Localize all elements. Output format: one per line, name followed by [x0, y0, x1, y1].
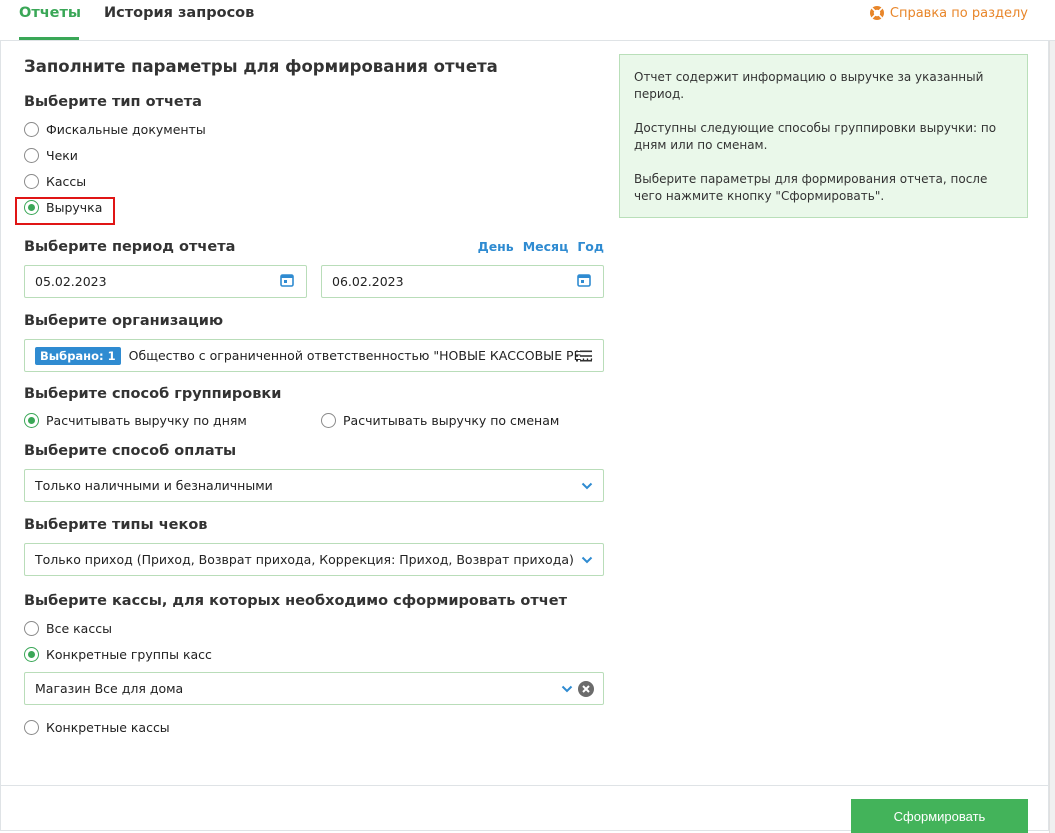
- selected-count-badge: Выбрано: 1: [35, 346, 121, 365]
- registers-heading: Выберите кассы, для которых необходимо с…: [24, 593, 567, 609]
- report-type-heading: Выберите тип отчета: [24, 94, 202, 110]
- radio-button[interactable]: [24, 174, 39, 189]
- radio-registers[interactable]: Кассы: [24, 174, 86, 189]
- receipt-types-heading: Выберите типы чеков: [24, 517, 208, 533]
- date-from-field[interactable]: 05.02.2023: [24, 265, 307, 298]
- info-paragraph: Выберите параметры для формирования отче…: [634, 172, 988, 203]
- top-tab-bar: Отчеты История запросов Справка по разде…: [0, 0, 1055, 41]
- radio-fiscal-documents[interactable]: Фискальные документы: [24, 122, 206, 137]
- radio-button-selected[interactable]: [24, 413, 39, 428]
- register-group-select[interactable]: Магазин Все для дома: [24, 672, 604, 705]
- chevron-down-icon[interactable]: [561, 684, 573, 694]
- radio-specific-registers[interactable]: Конкретные кассы: [24, 720, 170, 735]
- generate-report-button[interactable]: Сформировать: [851, 799, 1028, 833]
- radio-label: Расчитывать выручку по сменам: [343, 413, 560, 428]
- calendar-icon[interactable]: [577, 273, 591, 287]
- radio-label: Конкретные кассы: [46, 720, 170, 735]
- organization-select[interactable]: Выбрано: 1 Общество с ограниченной ответ…: [24, 339, 604, 372]
- date-to-value: 06.02.2023: [332, 274, 404, 289]
- radio-group-by-shifts[interactable]: Расчитывать выручку по сменам: [321, 413, 559, 428]
- grouping-heading: Выберите способ группировки: [24, 386, 282, 402]
- list-icon[interactable]: [576, 350, 592, 362]
- help-link[interactable]: Справка по разделу: [869, 5, 1028, 21]
- payment-heading: Выберите способ оплаты: [24, 443, 237, 459]
- register-group-value: Магазин Все для дома: [35, 681, 184, 696]
- info-panel: Отчет содержит информацию о выручке за у…: [619, 54, 1028, 218]
- period-month-link[interactable]: Месяц: [523, 239, 569, 254]
- radio-label: Все кассы: [46, 621, 112, 636]
- radio-receipts[interactable]: Чеки: [24, 148, 78, 163]
- radio-label: Конкретные группы касс: [46, 647, 212, 662]
- radio-button-selected[interactable]: [24, 647, 39, 662]
- organization-value: Общество с ограниченной ответственностью…: [128, 348, 594, 363]
- radio-label: Чеки: [46, 148, 78, 163]
- radio-register-groups[interactable]: Конкретные группы касс: [24, 647, 212, 662]
- period-year-link[interactable]: Год: [577, 239, 604, 254]
- period-heading: Выберите период отчета: [24, 239, 236, 255]
- period-day-link[interactable]: День: [478, 239, 514, 254]
- scrollbar[interactable]: [1049, 41, 1055, 833]
- radio-button[interactable]: [24, 122, 39, 137]
- organization-heading: Выберите организацию: [24, 313, 224, 329]
- payment-select[interactable]: Только наличными и безналичными: [24, 469, 604, 502]
- chevron-down-icon[interactable]: [581, 481, 593, 491]
- radio-button[interactable]: [24, 720, 39, 735]
- receipt-types-select[interactable]: Только приход (Приход, Возврат прихода, …: [24, 543, 604, 576]
- date-from-value: 05.02.2023: [35, 274, 107, 289]
- radio-group-by-days[interactable]: Расчитывать выручку по дням: [24, 413, 247, 428]
- receipt-types-value: Только приход (Приход, Возврат прихода, …: [35, 552, 574, 567]
- calendar-icon[interactable]: [280, 273, 294, 287]
- info-paragraph: Отчет содержит информацию о выручке за у…: [634, 70, 984, 101]
- selection-highlight-box: [15, 197, 115, 225]
- clear-icon[interactable]: [578, 681, 594, 697]
- radio-label: Кассы: [46, 174, 87, 189]
- radio-button[interactable]: [24, 621, 39, 636]
- period-quick-links: День Месяц Год: [478, 239, 604, 254]
- date-to-field[interactable]: 06.02.2023: [321, 265, 604, 298]
- chevron-down-icon[interactable]: [581, 555, 593, 565]
- footer-divider: [0, 785, 1049, 786]
- payment-value: Только наличными и безналичными: [35, 478, 273, 493]
- active-tab-indicator: [19, 37, 79, 40]
- lifebuoy-icon: [869, 6, 884, 20]
- info-paragraph: Доступны следующие способы группировки в…: [634, 121, 997, 152]
- radio-button[interactable]: [24, 148, 39, 163]
- tab-request-history[interactable]: История запросов: [104, 5, 254, 21]
- radio-label: Фискальные документы: [46, 122, 206, 137]
- form-title: Заполните параметры для формирования отч…: [24, 57, 498, 76]
- radio-button[interactable]: [321, 413, 336, 428]
- radio-all-registers[interactable]: Все кассы: [24, 621, 112, 636]
- radio-label: Расчитывать выручку по дням: [46, 413, 247, 428]
- help-link-label[interactable]: Справка по разделу: [890, 6, 1028, 21]
- tab-reports[interactable]: Отчеты: [19, 5, 81, 21]
